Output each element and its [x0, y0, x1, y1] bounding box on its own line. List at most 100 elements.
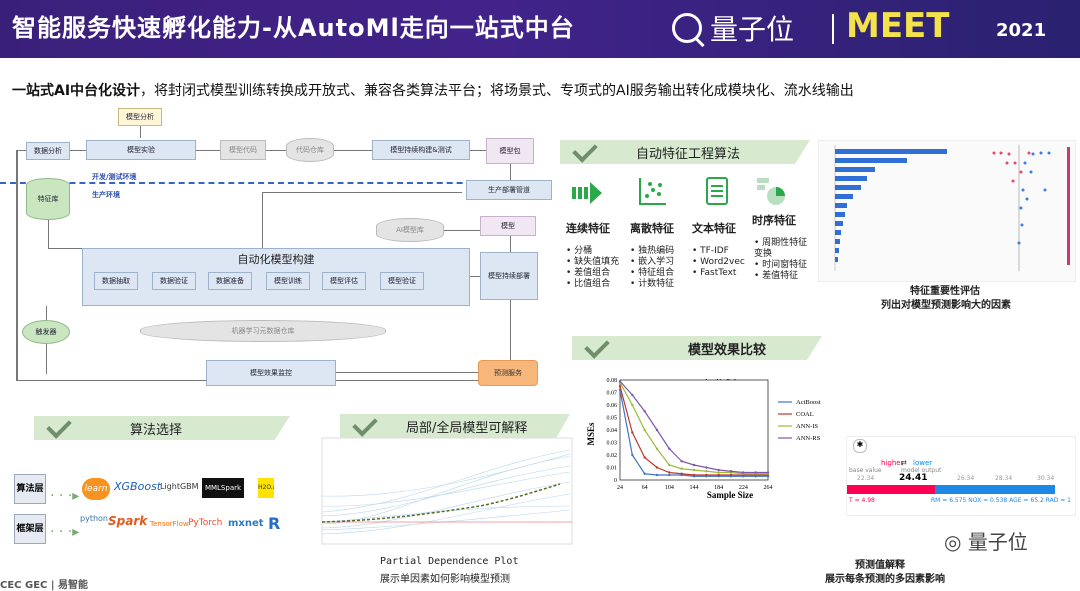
scale-tick: 26.34 [957, 475, 975, 482]
data-point [655, 466, 659, 469]
legend-label: ANN-RS [796, 435, 821, 442]
prod-env-label: 生产环境 [92, 191, 120, 199]
prod-pipeline-node[interactable]: 生产部署管道 [466, 180, 552, 200]
explain-title: 局部/全局模型可解释 [406, 420, 528, 436]
model-monitor-node[interactable]: 模型效果监控 [206, 360, 336, 386]
ai-model-repo-node[interactable]: AI模型库 [376, 218, 444, 242]
connector [48, 220, 49, 248]
tensorflow-logo[interactable]: TensorFlow [150, 520, 189, 528]
footer-left-logo: CEC GEC | 易智能 [0, 580, 88, 591]
continuous-feature-title: 连续特征 [566, 222, 610, 235]
legend-label: ANN-IS [796, 423, 818, 430]
step-data-extract[interactable]: 数据抽取 [94, 272, 138, 290]
connector [470, 276, 480, 277]
step-data-prepare[interactable]: 数据准备 [208, 272, 252, 290]
x-tick-label: 184 [714, 485, 723, 491]
data-point [668, 471, 671, 474]
spark-logo[interactable]: Spark [108, 514, 147, 528]
prediction-caption: 预测值解释 [855, 560, 905, 571]
mxnet-logo[interactable]: mxnet [228, 518, 264, 529]
list-item: • 嵌入学习 [630, 257, 675, 267]
step-data-validate[interactable]: 数据验证 [152, 272, 196, 290]
data-analysis-node[interactable]: 数据分析 [26, 142, 70, 160]
model-code-node[interactable]: 模型代码 [220, 140, 266, 160]
prediction-subcaption: 展示每条预测的多因素影响 [825, 574, 945, 585]
wechat-icon: ◎ [944, 530, 968, 554]
connector [46, 306, 47, 320]
data-point [643, 472, 646, 475]
list-item: • 特征组合 [630, 268, 675, 278]
base-value-label: base value [849, 467, 882, 474]
continuous-deploy-node[interactable]: 模型持续部署 [480, 252, 538, 300]
connector [262, 192, 263, 248]
arrow-forward-icon [572, 182, 602, 204]
trigger-node[interactable]: 触发器 [22, 320, 70, 344]
model-experiment-node[interactable]: 模型实验 [86, 140, 196, 160]
explain-caption: 展示单因素如何影响模型预测 [380, 574, 510, 585]
connector [48, 248, 82, 249]
connector [140, 126, 141, 138]
list-item: • 计数特征 [630, 279, 675, 289]
subtitle-rest: ，将封闭式模型训练转换成开放式、兼容各类算法平台；将场景式、专项式的AI服务输出… [140, 83, 854, 99]
pytorch-logo[interactable]: PyTorch [188, 518, 222, 528]
arrow-icon: ⇄ [901, 459, 907, 467]
sklearn-logo[interactable]: learn [82, 478, 110, 500]
header-divider [832, 14, 834, 44]
mmlspark-logo[interactable]: MMLSpark [202, 478, 244, 498]
text-feature-list: • TF-IDF • Word2vec • FastText [692, 246, 745, 279]
h2o-logo[interactable]: H2O.ai [258, 478, 274, 498]
model-compare-chart: leslie3d Sample Size MSEs 00.010.020.030… [586, 378, 821, 500]
x-tick-label: 144 [690, 485, 699, 491]
data-point [680, 467, 683, 470]
connector [262, 192, 462, 193]
list-item: • 分桶 [566, 246, 593, 256]
scale-tick: 30.34 [1037, 475, 1055, 482]
predict-service-node[interactable]: 预测服务 [478, 360, 538, 386]
dotted-arrow-icon: · · ·▸ [50, 524, 80, 540]
text-feature-title: 文本特征 [692, 222, 736, 235]
data-point [717, 471, 720, 474]
watermark: ◎ 量子位 [944, 526, 1028, 555]
model-node[interactable]: 模型 [480, 216, 536, 236]
importance-subcaption: 列出对模型预测影响大的因素 [881, 300, 1011, 311]
page-subtitle: 一站式AI中台化设计，将封闭式模型训练转换成开放式、兼容各类算法平台；将场景式、… [12, 80, 854, 100]
step-model-evaluate[interactable]: 模型评估 [322, 272, 366, 290]
timeseries-feature-title: 时序特征 [752, 214, 796, 227]
data-point [705, 473, 708, 477]
list-item: • TF-IDF [692, 246, 729, 256]
model-analysis-node[interactable]: 模型分析 [118, 108, 162, 126]
feature-values-label: RM = 6.575 NOX = 0.538 AGE = 65.2 RAD = … [931, 497, 1071, 504]
model-compare-title: 模型效果比较 [688, 342, 767, 358]
r-logo[interactable]: R [268, 514, 280, 533]
y-tick-label: 0.05 [607, 416, 618, 422]
settings-icon[interactable]: ✱ [853, 439, 867, 453]
lightgbm-logo[interactable]: LightGBM [160, 482, 199, 491]
algo-layer-tag: 算法层 [14, 474, 46, 504]
model-package-node[interactable]: 模型包 [486, 138, 534, 164]
data-point [766, 471, 770, 474]
code-repo-node[interactable]: 代码仓库 [286, 138, 334, 162]
check-icon [572, 140, 598, 163]
xgboost-logo[interactable]: XGBoost [114, 480, 161, 493]
data-point [717, 473, 720, 477]
list-item: • 差值特征 [754, 271, 799, 281]
step-model-train[interactable]: 模型训练 [266, 272, 310, 290]
list-item: • 比值组合 [566, 279, 611, 289]
python-logo[interactable]: python [80, 514, 108, 523]
data-point [631, 403, 634, 407]
step-model-verify[interactable]: 模型验证 [380, 272, 424, 290]
continuous-build-node[interactable]: 模型持续构建&测试 [372, 140, 470, 160]
pie-chart-icon [757, 178, 785, 205]
connector [510, 300, 511, 360]
data-point [643, 456, 646, 459]
data-point [692, 473, 696, 477]
importance-caption: 特征重要性评估 [910, 286, 980, 297]
event-logo: MEET [846, 6, 949, 46]
list-item: • FastText [692, 268, 737, 278]
feature-store-node[interactable]: 特征库 [26, 178, 70, 220]
connector [266, 150, 286, 151]
legend-label: ActBoost [796, 399, 821, 406]
metadata-repo-node[interactable]: 机器学习元数据仓库 [140, 320, 386, 342]
discrete-feature-title: 离散特征 [630, 222, 674, 235]
x-tick-label: 264 [764, 485, 773, 491]
